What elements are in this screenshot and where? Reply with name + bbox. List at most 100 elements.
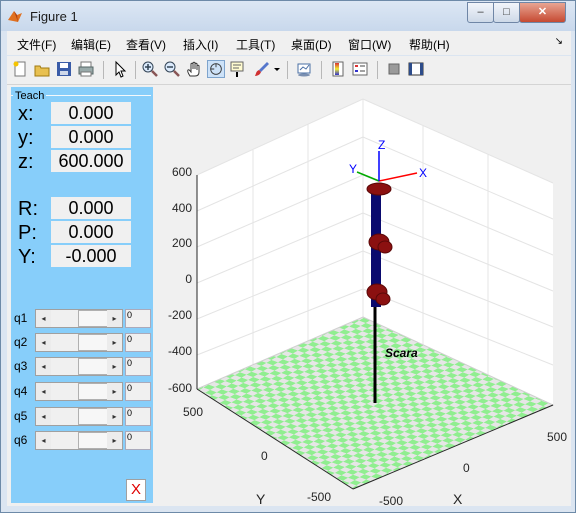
figure-content: Teach x: 0.000 y: 0.000 z: 600.000 R: 0.… [7, 85, 571, 506]
y-tick: -500 [307, 490, 331, 504]
title-bar[interactable]: Figure 1 – □ ✕ [1, 1, 575, 31]
x-label: x: [18, 103, 34, 125]
slider-left-arrow-icon[interactable]: ◂ [36, 383, 51, 400]
joint-value-field[interactable]: 0 [125, 333, 151, 352]
z-tick: -600 [168, 381, 192, 395]
maximize-button[interactable]: □ [493, 2, 520, 23]
slider-thumb[interactable] [78, 358, 108, 375]
yaw-value: -0.000 [51, 245, 131, 267]
yaw-label: Y: [18, 246, 36, 268]
menu-insert[interactable]: 插入(I) [183, 36, 218, 53]
x-axis-label: X [453, 491, 463, 506]
joint-slider[interactable]: ◂ ▸ [35, 382, 123, 401]
pan-hand-icon[interactable] [185, 60, 203, 78]
pitch-label: P: [18, 222, 37, 244]
window-title: Figure 1 [30, 9, 78, 24]
slider-thumb[interactable] [78, 432, 108, 449]
slider-right-arrow-icon[interactable]: ▸ [107, 358, 122, 375]
z-tick: 600 [172, 165, 192, 179]
joint-value-field[interactable]: 0 [125, 382, 151, 401]
toolbar-separator [377, 61, 378, 79]
show-plot-tools-icon[interactable] [407, 60, 425, 78]
panel-title: Teach [13, 90, 47, 102]
z-tick: 0 [185, 272, 192, 286]
z-tick: 400 [172, 201, 192, 215]
menu-view[interactable]: 查看(V) [126, 36, 166, 53]
slider-thumb[interactable] [78, 383, 108, 400]
menu-help[interactable]: 帮助(H) [409, 36, 450, 53]
robot-plot-axes[interactable]: 600 400 200 0 -200 -400 -600 500 0 -500 … [153, 85, 571, 506]
z-label: z: [18, 151, 34, 173]
rotate-3d-icon[interactable] [207, 60, 225, 78]
menu-window[interactable]: 窗口(W) [348, 36, 391, 53]
slider-left-arrow-icon[interactable]: ◂ [36, 310, 51, 327]
menu-bar: 文件(F) 编辑(E) 查看(V) 插入(I) 工具(T) 桌面(D) 窗口(W… [7, 31, 571, 55]
x-tick: -500 [379, 494, 403, 506]
matlab-logo-icon [8, 11, 22, 22]
zoom-in-icon[interactable] [141, 60, 159, 78]
joint-slider[interactable]: ◂ ▸ [35, 333, 123, 352]
slider-right-arrow-icon[interactable]: ▸ [107, 383, 122, 400]
slider-right-arrow-icon[interactable]: ▸ [107, 334, 122, 351]
legend-icon[interactable] [351, 60, 369, 78]
brush-icon[interactable] [253, 60, 271, 78]
slider-right-arrow-icon[interactable]: ▸ [107, 408, 122, 425]
toolbar-separator [321, 61, 322, 79]
slider-thumb[interactable] [78, 408, 108, 425]
pitch-value: 0.000 [51, 221, 131, 243]
menu-overflow-icon[interactable]: ↘ [555, 36, 563, 47]
joint-value-field[interactable]: 0 [125, 407, 151, 426]
joint-value-field[interactable]: 0 [125, 431, 151, 450]
toolbar-separator [103, 61, 104, 79]
joint-label: q5 [14, 409, 28, 423]
joint-value-field[interactable]: 0 [125, 357, 151, 376]
toolbar-separator [135, 61, 136, 79]
frame-y-label: Y [349, 162, 357, 176]
y-axis-label: Y [256, 491, 266, 506]
slider-left-arrow-icon[interactable]: ◂ [36, 432, 51, 449]
open-file-icon[interactable] [33, 60, 51, 78]
menu-desktop[interactable]: 桌面(D) [291, 36, 332, 53]
joint-label: q4 [14, 384, 28, 398]
joint-label: q1 [14, 311, 28, 325]
joint-slider[interactable]: ◂ ▸ [35, 431, 123, 450]
slider-thumb[interactable] [78, 310, 108, 327]
slider-left-arrow-icon[interactable]: ◂ [36, 408, 51, 425]
new-figure-icon[interactable] [11, 60, 29, 78]
figure-window: Figure 1 – □ ✕ 文件(F) 编辑(E) 查看(V) 插入(I) 工… [0, 0, 576, 513]
frame-z-label: Z [378, 138, 385, 152]
slider-left-arrow-icon[interactable]: ◂ [36, 334, 51, 351]
teach-panel: Teach x: 0.000 y: 0.000 z: 600.000 R: 0.… [11, 87, 153, 503]
joint-value-field[interactable]: 0 [125, 309, 151, 328]
close-teach-button[interactable]: X [126, 479, 146, 501]
slider-right-arrow-icon[interactable]: ▸ [107, 310, 122, 327]
z-tick: 200 [172, 236, 192, 250]
slider-left-arrow-icon[interactable]: ◂ [36, 358, 51, 375]
joint-slider[interactable]: ◂ ▸ [35, 309, 123, 328]
y-tick: 500 [183, 405, 203, 419]
colorbar-icon[interactable] [329, 60, 347, 78]
z-tick: -400 [168, 344, 192, 358]
zoom-out-icon[interactable] [163, 60, 181, 78]
print-icon[interactable] [77, 60, 95, 78]
joint-slider[interactable]: ◂ ▸ [35, 407, 123, 426]
y-tick: 0 [261, 449, 268, 463]
menu-file[interactable]: 文件(F) [17, 36, 56, 53]
joint-slider[interactable]: ◂ ▸ [35, 357, 123, 376]
hide-plot-tools-icon[interactable] [385, 60, 403, 78]
brush-dropdown-icon[interactable] [273, 60, 281, 78]
menu-tools[interactable]: 工具(T) [236, 36, 275, 53]
menu-edit[interactable]: 编辑(E) [71, 36, 111, 53]
edit-plot-arrow-icon[interactable] [111, 60, 129, 78]
slider-thumb[interactable] [78, 334, 108, 351]
frame-x-label: X [419, 166, 427, 180]
slider-right-arrow-icon[interactable]: ▸ [107, 432, 122, 449]
save-icon[interactable] [55, 60, 73, 78]
link-plot-icon[interactable] [295, 60, 313, 78]
x-value: 0.000 [51, 102, 131, 124]
robot-name-label: Scara [385, 346, 418, 360]
minimize-button[interactable]: – [467, 2, 494, 23]
close-button[interactable]: ✕ [519, 2, 566, 23]
data-cursor-icon[interactable] [229, 60, 247, 78]
joint-label: q2 [14, 335, 28, 349]
